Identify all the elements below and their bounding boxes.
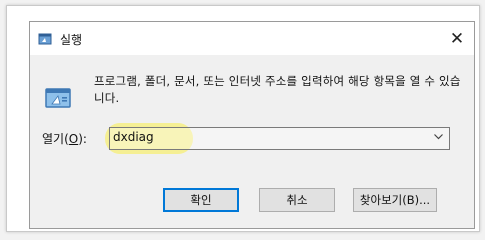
- open-label: 열기(O):: [42, 130, 87, 147]
- dialog-title: 실행: [60, 33, 83, 47]
- browse-button[interactable]: 찾아보기(B)...: [353, 188, 437, 212]
- run-app-icon: [38, 33, 52, 45]
- title-bar: 실행 ✕: [30, 22, 474, 55]
- screenshot-frame: 실행 ✕ 프로그램, 폴더, 문서, 또는 인터넷 주소를 입력하여 해당 항목…: [6, 5, 480, 232]
- close-button[interactable]: ✕: [440, 22, 474, 55]
- open-label-suffix: ):: [78, 132, 87, 146]
- cancel-button[interactable]: 취소: [259, 188, 335, 212]
- open-combobox[interactable]: [109, 127, 450, 150]
- open-label-accesskey: O: [68, 132, 79, 146]
- run-dialog: 실행 ✕ 프로그램, 폴더, 문서, 또는 인터넷 주소를 입력하여 해당 항목…: [29, 21, 475, 229]
- chevron-down-icon[interactable]: [434, 134, 443, 140]
- close-icon: ✕: [449, 28, 465, 49]
- ok-button[interactable]: 확인: [163, 188, 239, 212]
- run-icon: [45, 88, 71, 108]
- open-label-prefix: 열기(: [42, 132, 69, 146]
- open-input[interactable]: [113, 130, 413, 144]
- dialog-description: 프로그램, 폴더, 문서, 또는 인터넷 주소를 입력하여 해당 항목을 열 수…: [94, 74, 461, 105]
